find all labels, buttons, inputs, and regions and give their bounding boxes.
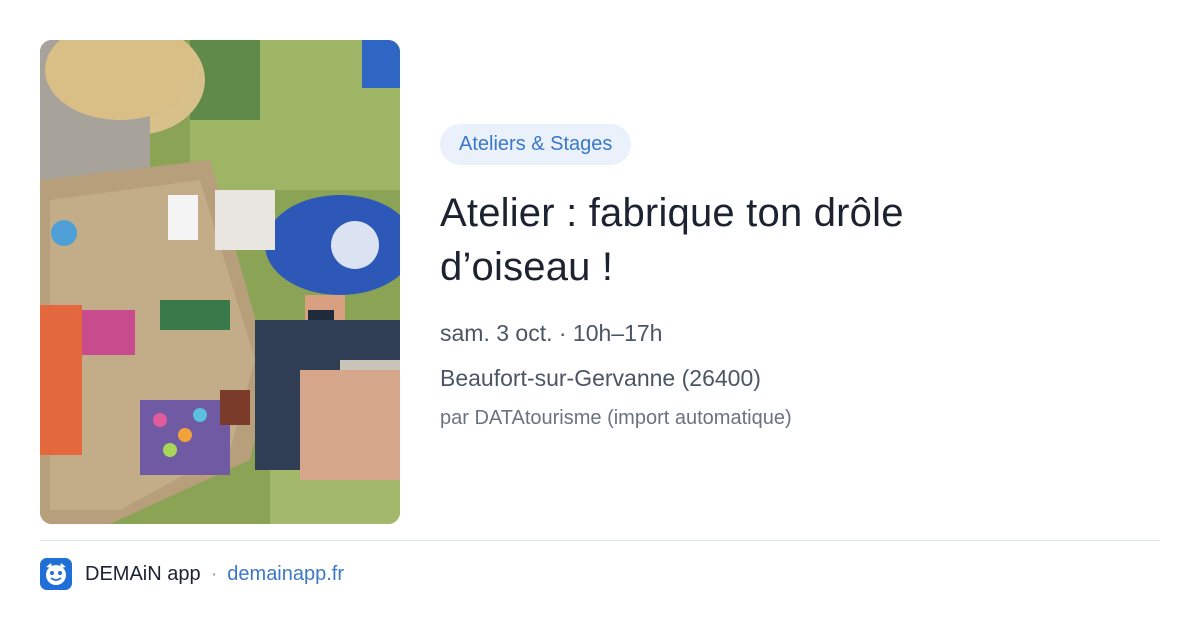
footer: DEMAiN app · demainapp.fr — [40, 558, 344, 590]
event-title[interactable]: Atelier : fabrique ton drôle d’oiseau ! — [440, 186, 1040, 294]
event-location: Beaufort-sur-Gervanne (26400) — [440, 365, 761, 391]
app-url-link[interactable]: demainapp.fr — [227, 563, 344, 586]
footer-separator: · — [210, 562, 218, 585]
app-name: DEMAiN app — [85, 562, 201, 585]
category-badge[interactable]: Ateliers & Stages — [440, 124, 632, 165]
event-details: Ateliers & Stages Atelier : fabrique ton… — [440, 124, 1160, 431]
event-source: par DATAtourisme (import automatique) — [440, 407, 792, 429]
divider — [40, 540, 1160, 541]
demain-app-logo-icon[interactable] — [40, 558, 72, 590]
event-photo — [40, 40, 400, 524]
event-date: sam. 3 oct. · 10h–17h — [440, 320, 663, 346]
